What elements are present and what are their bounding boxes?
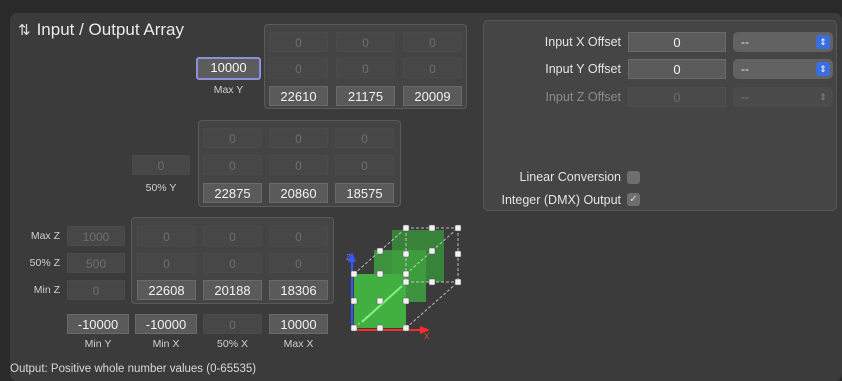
linear-conversion-checkbox[interactable] [627, 171, 640, 184]
title: ⇅ Input / Output Array [18, 20, 184, 40]
mid-cell-r3c2[interactable]: 20860 [269, 183, 328, 203]
bot-cell-r3c3[interactable]: 18306 [269, 280, 328, 300]
linear-conversion-label: Linear Conversion [519, 170, 621, 184]
input-x-offset-select-value: -- [741, 35, 749, 49]
min-y-label: Min Y [84, 338, 112, 350]
z-min-field[interactable]: 0 [67, 280, 125, 300]
mid-cell-r3c1[interactable]: 22875 [203, 183, 262, 203]
z-label-half: 50% Z [29, 257, 60, 269]
input-z-offset-select-value: -- [741, 90, 749, 104]
bot-cell-r2c2[interactable]: 0 [203, 253, 262, 273]
updown-chevron-icon: ⇕ [816, 35, 830, 49]
half-y-field[interactable]: 0 [132, 155, 190, 175]
integer-output-checkbox[interactable]: ✓ [627, 193, 640, 206]
min-x-field[interactable]: -10000 [135, 314, 197, 334]
top-cell-r2c3[interactable]: 0 [403, 58, 462, 78]
mid-cell-r1c2[interactable]: 0 [269, 128, 328, 148]
top-cell-r2c2[interactable]: 0 [336, 58, 395, 78]
max-x-label: Max X [283, 338, 314, 350]
bot-cell-r2c3[interactable]: 0 [269, 253, 328, 273]
swap-vertical-arrows-icon: ⇅ [18, 22, 31, 39]
min-y-bottom-field[interactable]: -10000 [67, 314, 129, 334]
max-y-field[interactable]: 10000 [196, 57, 261, 80]
input-x-offset-label: Input X Offset [544, 35, 621, 49]
cube-diagram: Z X [346, 224, 462, 341]
z-half-field[interactable]: 500 [67, 253, 125, 273]
top-cell-r1c1[interactable]: 0 [269, 32, 328, 52]
mid-cell-r2c3[interactable]: 0 [335, 155, 394, 175]
integer-output-label: Integer (DMX) Output [501, 193, 622, 207]
top-cell-r3c2[interactable]: 21175 [336, 86, 395, 106]
mid-cell-r2c2[interactable]: 0 [269, 155, 328, 175]
bot-cell-r2c1[interactable]: 0 [137, 253, 196, 273]
input-x-offset-field[interactable]: 0 [628, 32, 726, 52]
input-z-offset-field[interactable]: 0 [628, 87, 726, 107]
bot-cell-r1c3[interactable]: 0 [269, 226, 328, 246]
mid-cell-r1c1[interactable]: 0 [203, 128, 262, 148]
max-y-label: Max Y [213, 84, 244, 96]
bot-cell-r3c2[interactable]: 20188 [203, 280, 262, 300]
updown-chevron-icon: ⇕ [816, 62, 830, 76]
half-y-label: 50% Y [145, 182, 177, 194]
mid-cell-r2c1[interactable]: 0 [203, 155, 262, 175]
max-x-field[interactable]: 10000 [269, 314, 328, 334]
input-z-offset-label: Input Z Offset [545, 90, 621, 104]
half-x-field[interactable]: 0 [203, 314, 262, 334]
mid-cell-r3c3[interactable]: 18575 [335, 183, 394, 203]
input-z-offset-select[interactable]: -- ⇕ [733, 87, 833, 107]
input-y-offset-label: Input Y Offset [545, 62, 621, 76]
input-y-offset-select[interactable]: -- ⇕ [733, 59, 833, 79]
z-label-max: Max Z [30, 230, 60, 242]
page-title: Input / Output Array [36, 20, 184, 39]
bot-cell-r1c2[interactable]: 0 [203, 226, 262, 246]
mid-cell-r1c3[interactable]: 0 [335, 128, 394, 148]
top-cell-r3c1[interactable]: 22610 [269, 86, 328, 106]
z-label-min: Min Z [33, 284, 60, 296]
bot-cell-r1c1[interactable]: 0 [137, 226, 196, 246]
z-axis-label: Z [346, 253, 351, 262]
top-cell-r1c3[interactable]: 0 [403, 32, 462, 52]
updown-chevron-icon: ⇕ [819, 92, 827, 102]
input-y-offset-field[interactable]: 0 [628, 59, 726, 79]
top-cell-r3c3[interactable]: 20009 [403, 86, 462, 106]
top-cell-r2c1[interactable]: 0 [269, 58, 328, 78]
x-axis-label: X [424, 332, 430, 341]
z-max-field[interactable]: 1000 [67, 226, 125, 246]
input-y-offset-select-value: -- [741, 62, 749, 76]
min-x-label: Min X [152, 338, 180, 350]
half-x-label: 50% X [217, 338, 248, 350]
footer-status: Output: Positive whole number values (0-… [10, 363, 257, 375]
bot-cell-r3c1[interactable]: 22608 [137, 280, 196, 300]
checkmark-icon: ✓ [629, 194, 638, 205]
top-cell-r1c2[interactable]: 0 [336, 32, 395, 52]
input-x-offset-select[interactable]: -- ⇕ [733, 32, 833, 52]
